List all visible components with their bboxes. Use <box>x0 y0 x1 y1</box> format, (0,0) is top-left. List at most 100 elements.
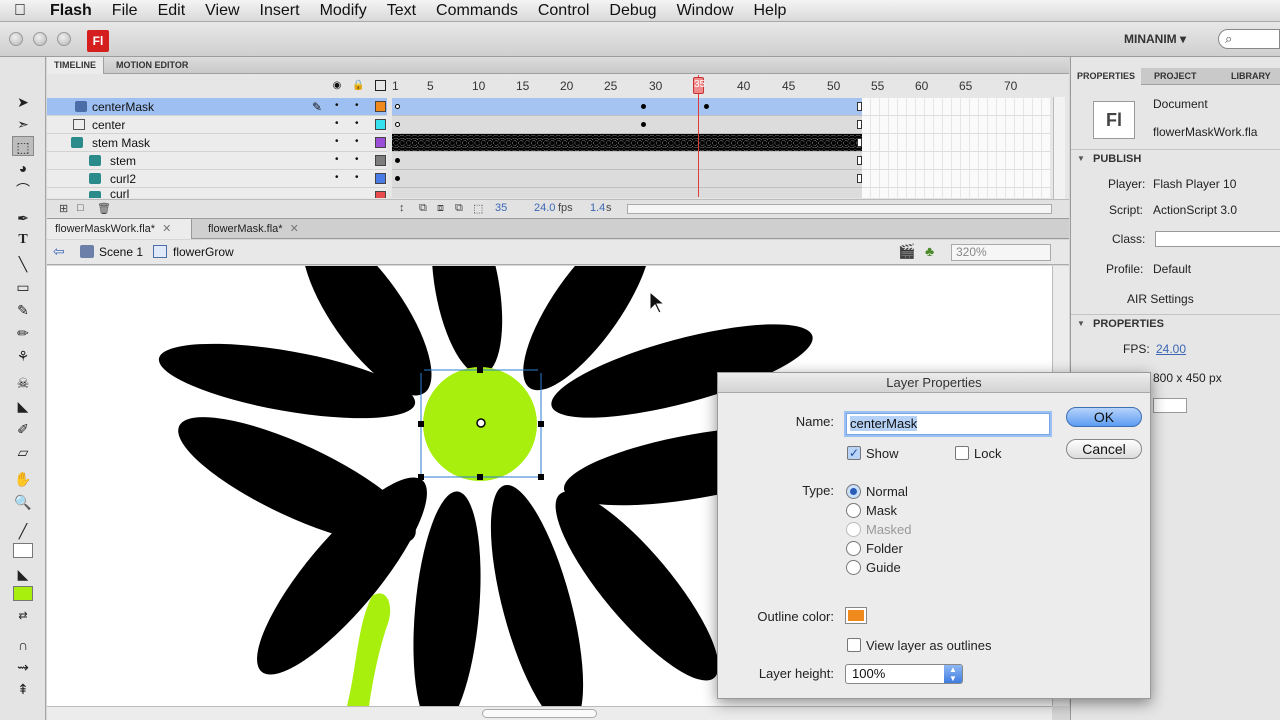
menu-text[interactable]: Text <box>377 2 426 20</box>
menu-edit[interactable]: Edit <box>148 2 196 20</box>
timeline-layer-centermask[interactable]: centerMask ✎ • • <box>47 98 1069 116</box>
layer-height-select[interactable]: 100% ▲ ▼ <box>845 664 963 684</box>
cancel-button[interactable]: Cancel <box>1066 439 1142 459</box>
layer-outline-color[interactable] <box>375 191 386 198</box>
outline-icon[interactable] <box>375 80 386 91</box>
new-layer-icon[interactable]: ⊞ <box>59 202 68 215</box>
timeline-layer-stem-mask[interactable]: stem Mask • • <box>47 134 1069 152</box>
edit-scene-icon[interactable]: 🎬 <box>898 243 915 260</box>
timeline-vertical-scrollbar[interactable] <box>1053 97 1065 199</box>
selection-tool-icon[interactable]: ➤ <box>12 92 34 112</box>
layer-frames[interactable] <box>392 116 862 134</box>
current-frame-readout[interactable]: 35 <box>495 202 507 214</box>
minimize-window-button[interactable] <box>33 32 47 46</box>
menu-debug[interactable]: Debug <box>599 2 666 20</box>
stage-color-swatch[interactable] <box>1153 398 1187 413</box>
stroke-color-icon[interactable]: ╱ <box>12 521 34 541</box>
edit-multiple-frames-icon[interactable]: ⧉ <box>455 202 463 215</box>
fill-color-icon[interactable]: ◣ <box>12 564 34 584</box>
snap-to-objects-icon[interactable]: ∩ <box>12 635 34 655</box>
keyframe[interactable] <box>395 104 400 109</box>
fps-value[interactable]: 24.00 <box>1156 342 1186 356</box>
publish-section-header[interactable]: PUBLISH <box>1071 149 1280 168</box>
elapsed-time-readout[interactable]: 1.4 <box>590 202 605 214</box>
scroll-thumb[interactable] <box>482 709 597 718</box>
layer-frames[interactable] <box>392 134 862 152</box>
zoom-level-select[interactable]: 320% <box>951 244 1051 261</box>
timeline-layer-center[interactable]: center • • <box>47 116 1069 134</box>
player-value[interactable]: Flash Player 10 <box>1153 177 1236 191</box>
type-guide-radio[interactable] <box>846 560 861 575</box>
delete-layer-icon[interactable]: 🗑 <box>97 202 111 215</box>
pen-tool-icon[interactable]: ✒ <box>12 208 34 228</box>
lock-dot[interactable]: • <box>355 136 359 147</box>
tab-timeline[interactable]: TIMELINE <box>47 57 104 74</box>
menu-window[interactable]: Window <box>667 2 744 20</box>
back-arrow-icon[interactable]: ⇦ <box>53 243 65 260</box>
close-tab-icon[interactable]: ✕ <box>162 223 171 235</box>
type-mask-radio[interactable] <box>846 503 861 518</box>
layer-outline-color[interactable] <box>375 155 386 166</box>
menu-modify[interactable]: Modify <box>310 2 377 20</box>
visibility-dot[interactable]: • <box>335 172 339 183</box>
eyedropper-tool-icon[interactable]: ✐ <box>12 419 34 439</box>
air-settings-button[interactable]: AIR Settings <box>1127 292 1194 306</box>
keyframe[interactable] <box>641 122 646 127</box>
breadcrumb-symbol[interactable]: flowerGrow <box>173 245 234 259</box>
tab-project[interactable]: PROJECT <box>1148 68 1203 85</box>
modify-onion-markers-icon[interactable]: ⬚ <box>473 202 483 215</box>
lasso-tool-icon[interactable]: ⌒ <box>12 180 34 200</box>
layer-frames[interactable] <box>392 170 862 188</box>
outline-color-picker[interactable] <box>845 607 867 624</box>
layer-outline-color[interactable] <box>375 119 386 130</box>
menu-app[interactable]: Flash <box>40 2 102 20</box>
layer-frames[interactable] <box>392 152 862 170</box>
keyframe[interactable] <box>395 158 400 163</box>
tab-motion-editor[interactable]: MOTION EDITOR <box>109 57 195 74</box>
layer-outline-color[interactable] <box>375 173 386 184</box>
layer-frames[interactable] <box>392 188 862 198</box>
new-folder-icon[interactable]: □ <box>77 202 84 214</box>
visibility-dot[interactable]: • <box>335 154 339 165</box>
close-tab-icon[interactable]: ✕ <box>290 223 299 235</box>
ok-button[interactable]: OK <box>1066 407 1142 427</box>
menu-control[interactable]: Control <box>528 2 600 20</box>
lock-icon[interactable]: 🔒 <box>352 80 364 91</box>
lock-dot[interactable]: • <box>355 154 359 165</box>
type-folder-radio[interactable] <box>846 541 861 556</box>
workspace-switcher[interactable]: MINANIM ▾ <box>1124 32 1186 46</box>
stroke-color-swatch[interactable] <box>13 543 33 558</box>
show-checkbox[interactable]: ✓ <box>847 446 861 460</box>
layer-outline-color[interactable] <box>375 101 386 112</box>
profile-value[interactable]: Default <box>1153 262 1191 276</box>
lock-dot[interactable]: • <box>355 118 359 129</box>
visibility-dot[interactable]: • <box>335 118 339 129</box>
swap-colors-icon[interactable]: ⇄ <box>12 606 34 626</box>
lock-dot[interactable]: • <box>355 100 359 111</box>
line-tool-icon[interactable]: ╲ <box>12 254 34 274</box>
zoom-window-button[interactable] <box>57 32 71 46</box>
type-normal-radio[interactable] <box>846 484 861 499</box>
menu-file[interactable]: File <box>102 2 148 20</box>
keyframe[interactable] <box>641 104 646 109</box>
timeline-layer-stem[interactable]: stem • • <box>47 152 1069 170</box>
timeline-layer-curl2[interactable]: curl2 • • <box>47 170 1069 188</box>
help-search-input[interactable]: ⌕ <box>1218 29 1280 49</box>
keyframe[interactable] <box>395 122 400 127</box>
menu-insert[interactable]: Insert <box>250 2 310 20</box>
tab-properties[interactable]: PROPERTIES <box>1071 68 1142 85</box>
menu-commands[interactable]: Commands <box>426 2 528 20</box>
apple-icon[interactable]:  <box>0 2 40 20</box>
tab-document-flowermask[interactable]: flowerMask.fla* ✕ <box>200 219 324 239</box>
breadcrumb-scene[interactable]: Scene 1 <box>99 245 143 259</box>
visibility-dot[interactable]: • <box>335 136 339 147</box>
center-frame-icon[interactable]: ↕ <box>399 202 405 214</box>
lock-checkbox[interactable] <box>955 446 969 460</box>
subselection-tool-icon[interactable]: ➣ <box>12 114 34 134</box>
playhead[interactable]: 35 <box>693 77 705 94</box>
stage-size-value[interactable]: 800 x 450 px <box>1153 371 1222 385</box>
properties-section-header[interactable]: PROPERTIES <box>1071 314 1280 333</box>
deco-tool-icon[interactable]: ⚘ <box>12 346 34 366</box>
tab-library[interactable]: LIBRARY <box>1225 68 1277 85</box>
smooth-icon[interactable]: ⇝ <box>12 657 34 677</box>
